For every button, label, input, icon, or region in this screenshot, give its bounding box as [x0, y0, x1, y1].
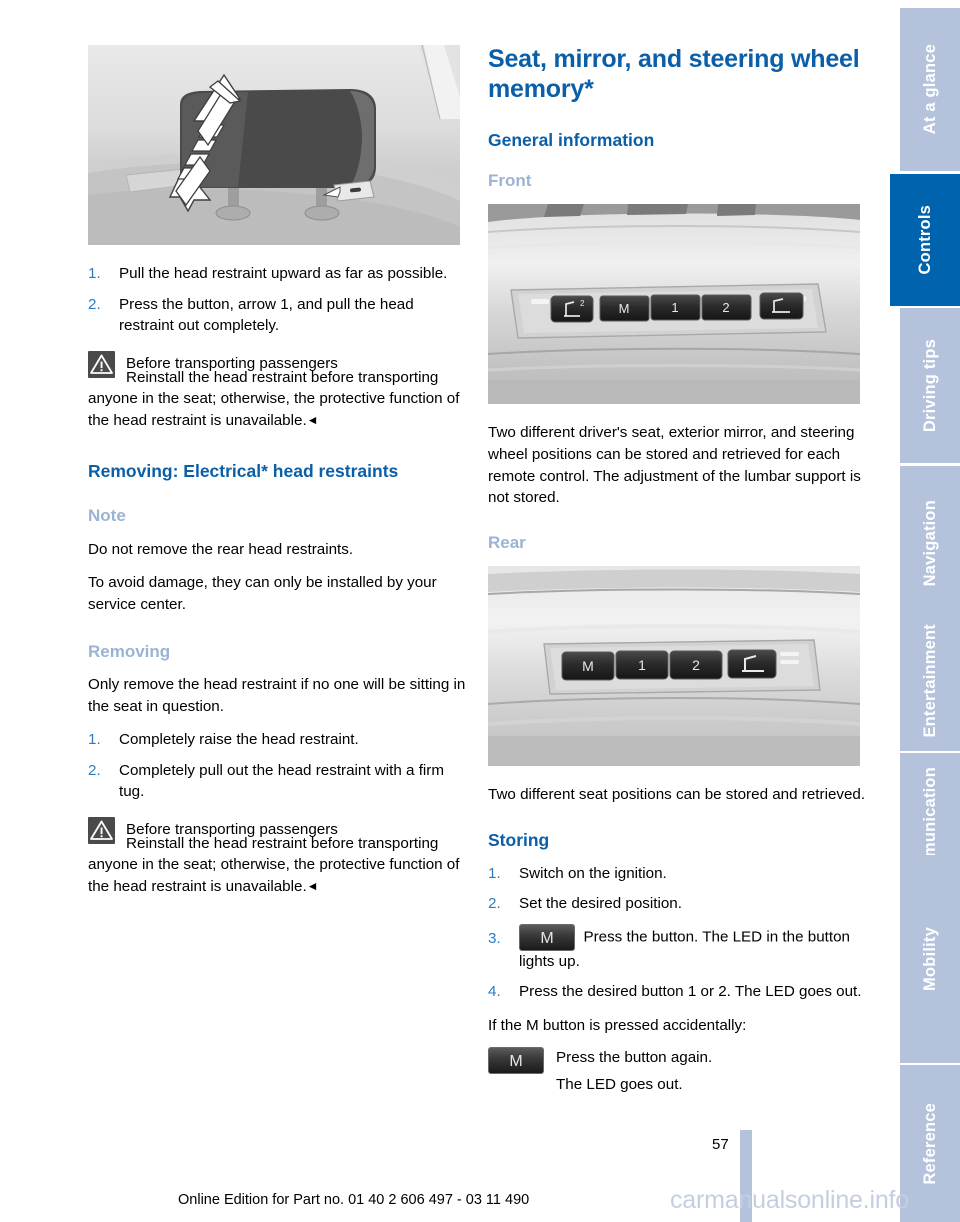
step-number: 1.	[88, 265, 101, 282]
step-text: Completely pull out the head restraint w…	[119, 761, 444, 801]
tab-label: Reference	[920, 1102, 939, 1185]
list-item: 1. Completely raise the head restraint.	[88, 729, 468, 751]
rear-paragraph: Two different seat positions can be stor…	[488, 786, 866, 804]
manual-page: 1. Pull the head restraint upward as far…	[0, 0, 960, 1222]
svg-text:M: M	[619, 301, 630, 316]
note-heading: Note	[88, 506, 126, 526]
storing-steps: 1. Switch on the ignition. 2. Set the de…	[488, 863, 868, 1003]
svg-text:M: M	[582, 658, 594, 674]
warning-triangle-icon	[88, 816, 115, 844]
warning-body: Reinstall the head restraint before tran…	[88, 367, 468, 432]
step-text: Set the desired position.	[519, 895, 682, 913]
step-number: 2.	[88, 761, 101, 779]
right-column: Seat, mirror, and steering wheel memory*…	[488, 45, 868, 1096]
step-number: 1.	[88, 731, 101, 749]
list-item: 4. Press the desired button 1 or 2. The …	[488, 981, 868, 1003]
step-text: Switch on the ignition.	[519, 864, 667, 882]
head-restraint-adjustment-illustration	[88, 45, 460, 245]
tab-label: Driving tips	[920, 338, 939, 433]
svg-text:2: 2	[580, 299, 585, 308]
step-text: Completely raise the head restraint.	[119, 731, 359, 749]
note-paragraph-2: To avoid damage, they can only be instal…	[88, 574, 437, 614]
front-paragraph: Two different driver's seat, exterior mi…	[488, 424, 861, 507]
list-item: 2. Set the desired position.	[488, 893, 868, 915]
storing-heading: Storing	[488, 829, 550, 850]
warning-body: Reinstall the head restraint before tran…	[88, 833, 468, 898]
step-number: 1.	[488, 864, 501, 882]
step-number: 2.	[88, 295, 101, 313]
svg-text:1: 1	[638, 657, 646, 673]
tab-label: Entertainment	[920, 624, 939, 738]
accidental-line-2: The LED goes out.	[556, 1076, 683, 1094]
rear-heading: Rear	[488, 532, 526, 552]
list-item: 3. M Press the button. The LED in the bu…	[488, 923, 868, 973]
tab-label: At a glance	[920, 44, 939, 135]
section-tab-rail: At a glance Controls Driving tips Naviga…	[890, 0, 960, 1222]
warning-body-text: Reinstall the head restraint before tran…	[88, 834, 460, 896]
tab-label: Navigation	[920, 500, 939, 587]
front-memory-panel-illustration: 2 M 1 2	[488, 204, 860, 405]
step-text: Press the desired button 1 or 2. The LED…	[519, 983, 862, 1001]
list-item: 1. Pull the head restraint upward as far…	[88, 263, 468, 285]
warning-body-text: Reinstall the head restraint before tran…	[88, 368, 460, 429]
warning-block-bottom: Before transporting passengers Reinstall…	[88, 816, 468, 898]
step-number: 3.	[488, 929, 501, 947]
m-button-glyph: M	[519, 923, 575, 951]
removing-heading: Removing	[88, 641, 171, 661]
accidental-lines: Press the button again. The LED goes out…	[556, 1047, 712, 1096]
sidebar-item-controls[interactable]: Controls	[890, 174, 960, 306]
footer-note: Online Edition for Part no. 01 40 2 606 …	[178, 1192, 530, 1208]
section-title-removing-electrical: Removing: Electrical* head restraints	[88, 461, 399, 482]
warning-block-top: Before transporting passengers Reinstall…	[88, 350, 468, 432]
sidebar-item-driving-tips[interactable]: Driving tips	[900, 308, 960, 463]
note-paragraph-1: Do not remove the rear head restraints.	[88, 540, 354, 558]
page-title: Seat, mirror, and steering wheel memory*	[488, 45, 860, 103]
step-number: 2.	[488, 895, 501, 913]
svg-text:2: 2	[692, 657, 700, 673]
accidental-line-1: Press the button again.	[556, 1048, 713, 1066]
general-information-heading: General information	[488, 130, 655, 150]
list-item: 1. Switch on the ignition.	[488, 863, 868, 885]
warning-triangle-icon	[88, 350, 115, 378]
svg-text:1: 1	[671, 300, 678, 315]
list-item: 2. Completely pull out the head restrain…	[88, 760, 468, 803]
step-text: M Press the button. The LED in the butto…	[519, 923, 868, 973]
rear-memory-panel-illustration: M 1 2	[488, 566, 860, 767]
tab-label: Controls	[915, 205, 934, 275]
list-item: 2. Press the button, arrow 1, and pull t…	[88, 294, 468, 337]
end-mark: ◄	[306, 879, 319, 894]
page-number-bar	[740, 1130, 752, 1158]
front-heading: Front	[488, 171, 532, 190]
page-number: 57	[712, 1136, 729, 1153]
sidebar-item-mobility[interactable]: Mobility	[900, 855, 960, 1063]
left-column: 1. Pull the head restraint upward as far…	[88, 45, 468, 910]
sidebar-item-entertainment[interactable]: Entertainment	[900, 611, 960, 751]
accidental-intro: If the M button is pressed accidentally:	[488, 1016, 747, 1034]
sidebar-item-navigation[interactable]: Navigation	[900, 466, 960, 621]
tab-label: Mobility	[920, 927, 939, 991]
removing-intro: Only remove the head restraint if no one…	[88, 675, 466, 715]
end-mark: ◄	[306, 412, 319, 427]
svg-text:2: 2	[722, 300, 729, 315]
step-text: Pull the head restraint upward as far as…	[119, 265, 448, 282]
left-steps-top: 1. Pull the head restraint upward as far…	[88, 263, 468, 337]
left-steps-removing: 1. Completely raise the head restraint. …	[88, 729, 468, 803]
step-number: 4.	[488, 983, 501, 1001]
m-button-glyph: M	[488, 1046, 544, 1074]
step-text: Press the button, arrow 1, and pull the …	[119, 295, 414, 335]
sidebar-item-at-a-glance[interactable]: At a glance	[900, 8, 960, 171]
accidental-row: M Press the button again. The LED goes o…	[488, 1046, 868, 1096]
watermark: carmanualsonline.info	[670, 1186, 910, 1214]
